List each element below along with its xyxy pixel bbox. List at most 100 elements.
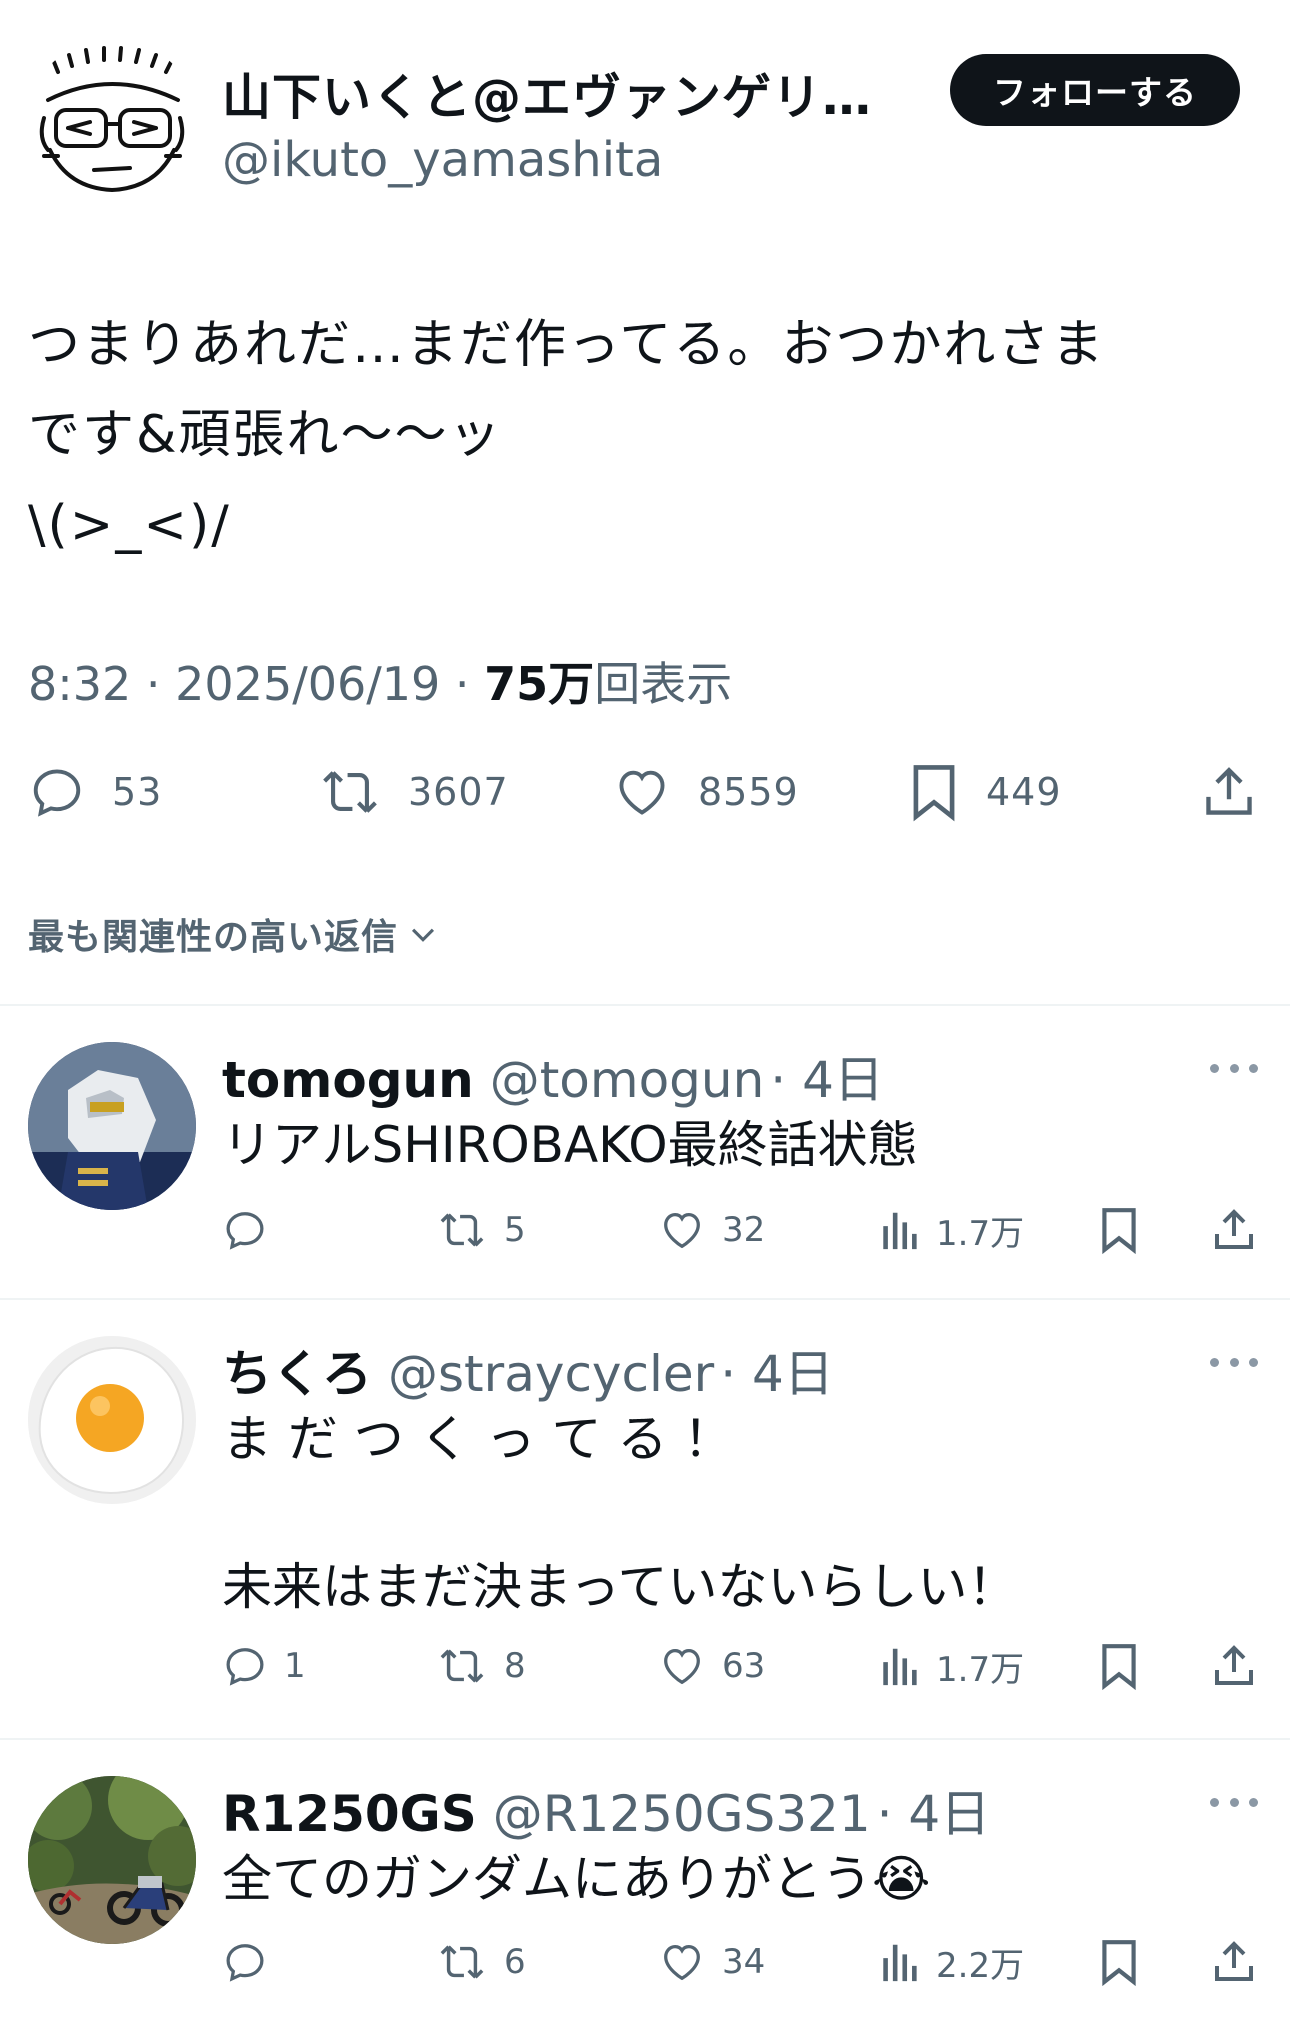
author-name[interactable]: 山下いくと@エヴァンゲリ…	[222, 58, 922, 129]
reply-author-handle[interactable]: @R1250GS321	[493, 1785, 871, 1843]
view-label: 回表示	[594, 657, 733, 711]
reply-avatar[interactable]	[28, 1336, 196, 1504]
bookmark-button[interactable]	[1098, 1200, 1140, 1260]
like-count: 8559	[698, 770, 799, 814]
reply-author-name[interactable]: ちくろ	[222, 1345, 372, 1403]
share-icon	[1215, 1209, 1253, 1249]
reply-time[interactable]: · 4日	[877, 1785, 991, 1843]
reply-item[interactable]: ちくろ @straycycler · 4日 ま だ つ く っ て る ！ 未来はま…	[0, 1298, 1290, 1738]
reply-author-handle[interactable]: @tomogun	[490, 1051, 765, 1109]
tweet-actions: 53 3607 8559 449	[0, 756, 1290, 828]
bookmark-icon	[1102, 1940, 1136, 1987]
follow-button[interactable]: フォローする	[950, 54, 1240, 126]
bar-chart-icon	[883, 1648, 917, 1686]
more-options-icon[interactable]	[1210, 1798, 1258, 1810]
reply-text: リアルSHIROBAKO最終話状態	[222, 1116, 918, 1174]
chevron-down-icon	[411, 928, 435, 942]
view-count: 75万	[484, 657, 595, 711]
heart-icon	[619, 770, 665, 815]
repost-count: 5	[504, 1210, 526, 1250]
bookmark-icon	[1102, 1208, 1136, 1255]
heart-icon	[664, 1945, 700, 1981]
reply-author-name[interactable]: tomogun	[222, 1051, 474, 1109]
heart-icon	[664, 1213, 700, 1249]
reply-time[interactable]: · 4日	[770, 1051, 884, 1109]
view-count: 1.7万	[936, 1213, 1025, 1254]
replies-sort-dropdown[interactable]: 最も関連性の高い返信	[28, 908, 440, 960]
reply-item[interactable]: R1250GS @R1250GS321 · 4日 全てのガンダムにありがとう😭 6 …	[0, 1738, 1290, 2033]
repost-button[interactable]: 8	[436, 1636, 526, 1696]
like-count: 34	[722, 1942, 766, 1982]
cartoon-face-avatar-icon	[39, 46, 185, 193]
like-button[interactable]: 34	[658, 1932, 765, 1992]
repost-icon	[440, 1945, 484, 1979]
reply-button[interactable]	[222, 1932, 284, 1992]
replies-sort-label: 最も関連性の高い返信	[28, 917, 399, 958]
like-count: 32	[722, 1210, 766, 1250]
repost-button[interactable]: 5	[436, 1200, 526, 1260]
reply-author-name[interactable]: R1250GS	[222, 1785, 477, 1843]
reply-button[interactable]: 1	[222, 1636, 306, 1696]
bookmark-button[interactable]	[1098, 1932, 1140, 1992]
reply-text: 全てのガンダムにありがとう😭	[222, 1850, 931, 1908]
reply-text: ま だ つ く っ て る ！ 未来はまだ決まっていないらしい！	[222, 1410, 1018, 1616]
author-avatar[interactable]	[28, 38, 196, 206]
share-button[interactable]	[1210, 1200, 1258, 1260]
more-options-icon[interactable]	[1210, 1358, 1258, 1370]
reply-header: tomogun @tomogun · 4日	[222, 1040, 884, 1112]
reply-header: R1250GS @R1250GS321 · 4日	[222, 1774, 990, 1846]
motorcycle-photo-icon	[28, 1776, 196, 1944]
bookmark-button[interactable]	[1098, 1636, 1140, 1696]
repost-button[interactable]: 6	[436, 1932, 526, 1992]
repost-count: 8	[504, 1646, 526, 1686]
reply-author-handle[interactable]: @straycycler	[388, 1345, 714, 1403]
bookmark-count: 449	[986, 770, 1062, 814]
reply-button[interactable]	[222, 1200, 284, 1260]
fried-egg-icon	[28, 1336, 196, 1504]
share-button[interactable]	[1210, 1932, 1258, 1992]
repost-count: 6	[504, 1942, 526, 1982]
views-button[interactable]: 1.7万	[878, 1200, 1024, 1260]
views-button[interactable]: 1.7万	[878, 1636, 1024, 1696]
reply-icon	[226, 1944, 264, 1982]
views-button[interactable]: 2.2万	[878, 1932, 1024, 1992]
tweet-timestamp[interactable]: 8:32 · 2025/06/19 ·	[28, 657, 484, 711]
author-handle[interactable]: @ikuto_yamashita	[222, 132, 663, 188]
share-button[interactable]	[1210, 1636, 1258, 1696]
bar-chart-icon	[883, 1212, 917, 1250]
like-button[interactable]: 63	[658, 1636, 765, 1696]
repost-icon	[440, 1213, 484, 1247]
reply-avatar[interactable]	[28, 1776, 196, 1944]
view-count: 2.2万	[936, 1945, 1025, 1986]
tweet-header: 山下いくと@エヴァンゲリ… @ikuto_yamashita フォローする	[0, 0, 1290, 220]
share-icon	[1215, 1941, 1253, 1981]
view-count: 1.7万	[936, 1649, 1025, 1690]
more-options-icon[interactable]	[1210, 1064, 1258, 1076]
bookmark-icon	[913, 765, 955, 822]
bar-chart-icon	[883, 1944, 917, 1982]
tweet-meta: 8:32 · 2025/06/19 · 75万回表示	[28, 648, 732, 714]
reply-actions: 6 34 2.2万	[0, 1932, 1290, 1992]
reply-avatar[interactable]	[28, 1042, 196, 1210]
repost-icon	[440, 1649, 484, 1683]
repost-count: 3607	[408, 770, 509, 814]
like-button[interactable]: 8559	[612, 756, 799, 828]
reply-icon	[226, 1212, 264, 1250]
repost-icon	[323, 771, 377, 813]
share-button[interactable]	[1200, 756, 1258, 828]
like-count: 63	[722, 1646, 766, 1686]
reply-count: 53	[112, 770, 163, 814]
bookmark-icon	[1102, 1644, 1136, 1691]
reply-item[interactable]: tomogun @tomogun · 4日 リアルSHIROBAKO最終話状態 5 …	[0, 1004, 1290, 1298]
reply-count: 1	[284, 1646, 306, 1686]
repost-button[interactable]: 3607	[318, 756, 509, 828]
reply-time[interactable]: · 4日	[720, 1345, 834, 1403]
reply-actions: 1 8 63 1.7万	[0, 1636, 1290, 1696]
reply-icon	[226, 1648, 264, 1686]
reply-button[interactable]: 53	[28, 756, 162, 828]
like-button[interactable]: 32	[658, 1200, 765, 1260]
robot-avatar-icon	[28, 1042, 196, 1210]
heart-icon	[664, 1649, 700, 1685]
bookmark-button[interactable]: 449	[908, 756, 1062, 828]
share-icon	[1206, 767, 1252, 815]
